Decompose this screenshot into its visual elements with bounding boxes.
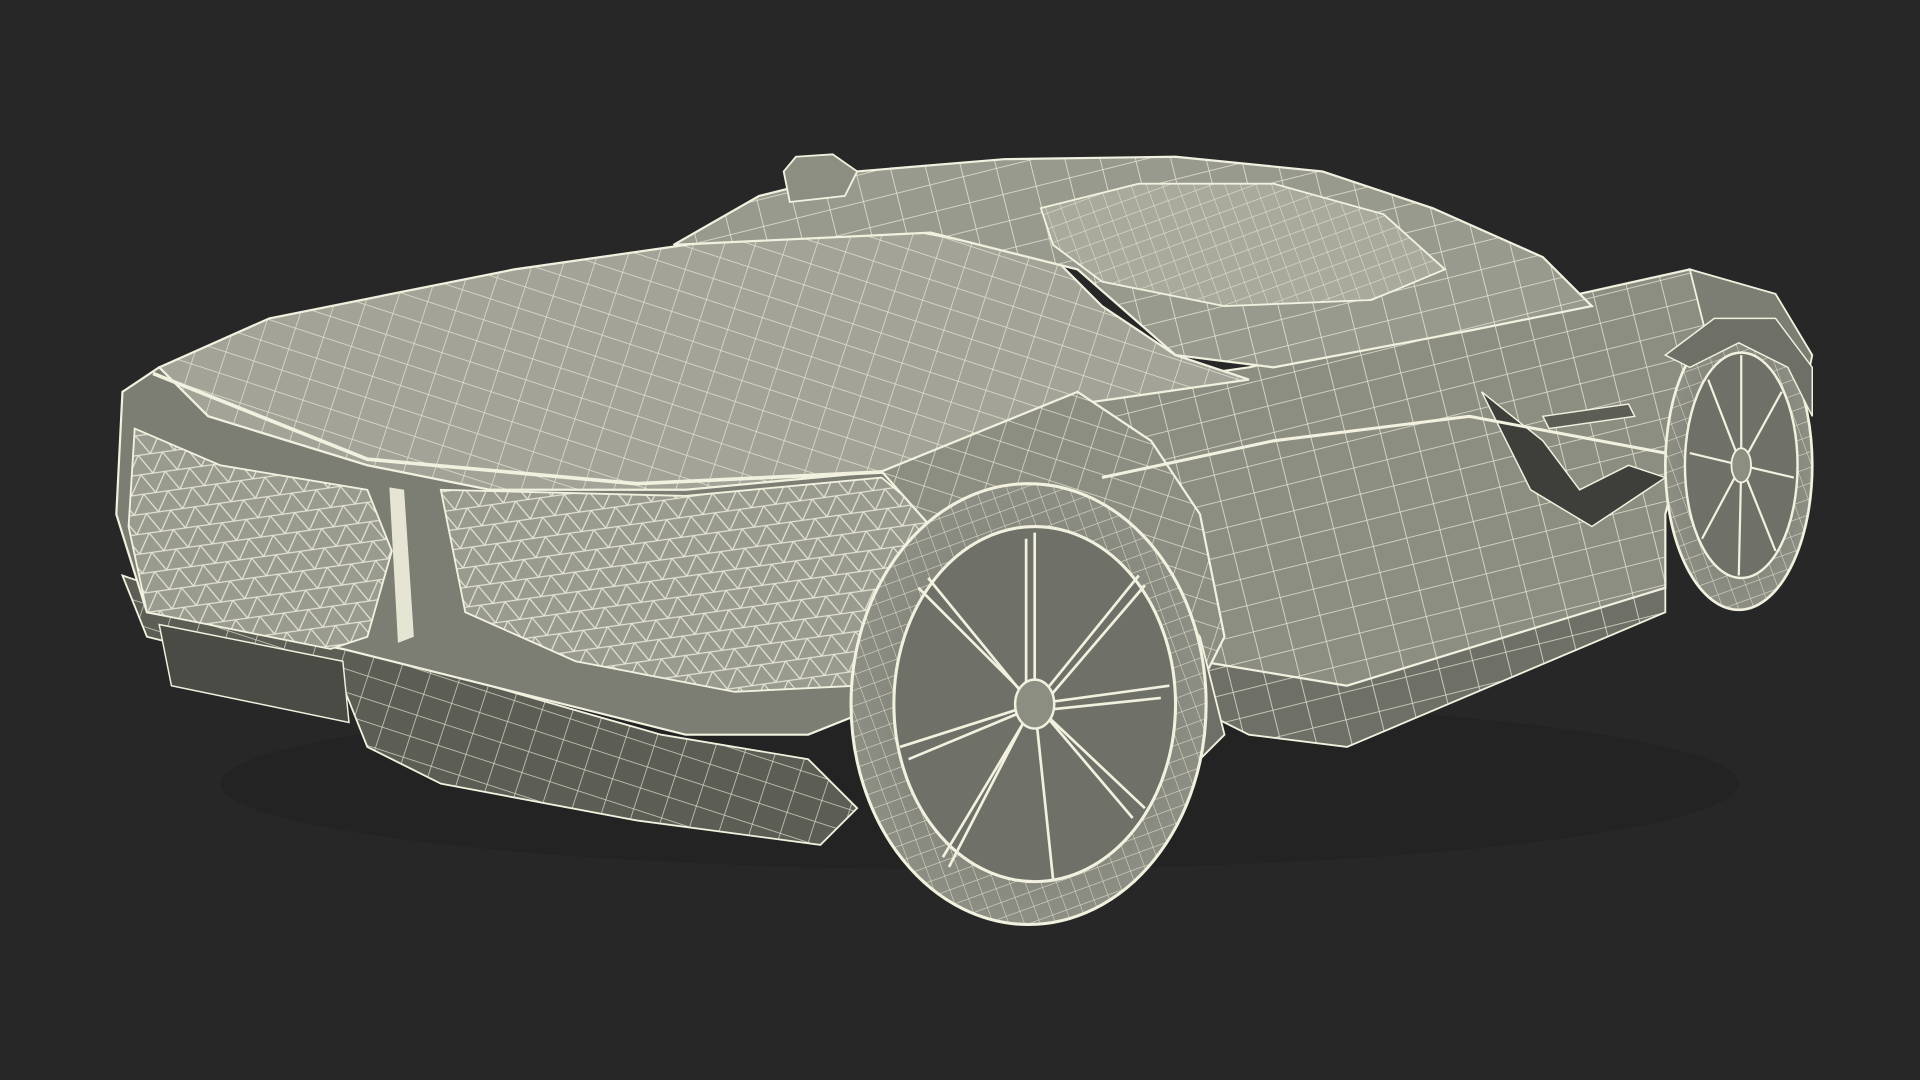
front-hub	[1730, 447, 1752, 484]
roof-fin	[782, 153, 859, 204]
rear-wheel	[849, 482, 1208, 927]
wireframe-car-render	[115, 153, 1814, 927]
viewport	[0, 0, 1920, 1080]
rear-hub	[1013, 678, 1056, 730]
